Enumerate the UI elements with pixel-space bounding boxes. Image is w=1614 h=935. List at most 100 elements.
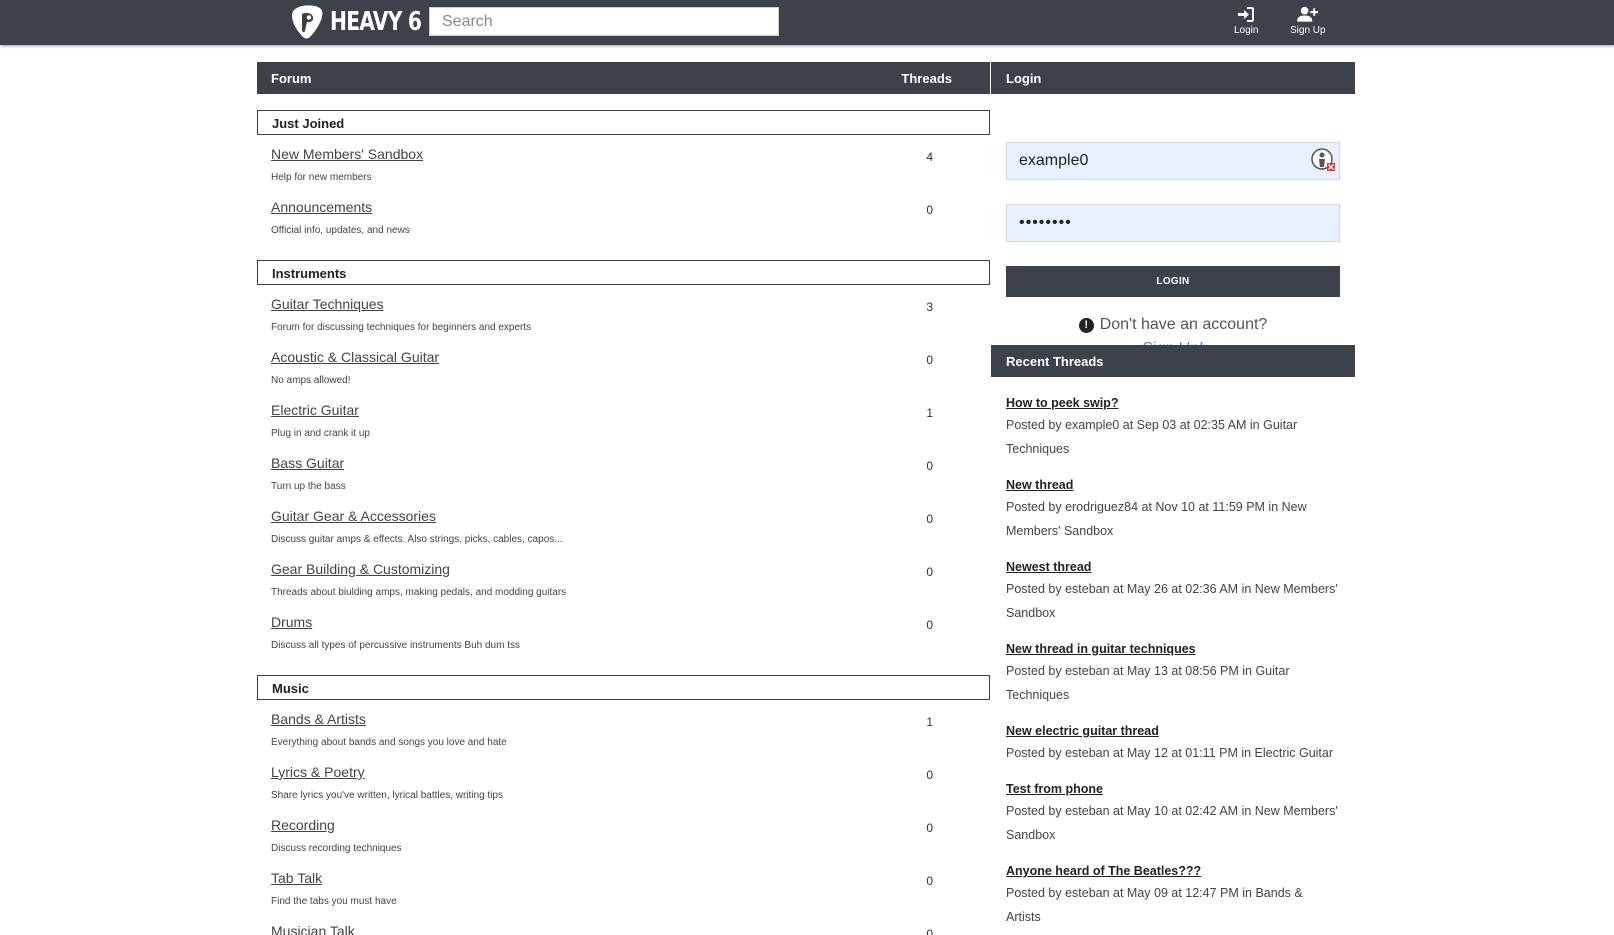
nav-login-button[interactable]: Login — [1234, 6, 1258, 36]
sign-in-icon — [1238, 7, 1255, 22]
forum-row: Lyrics & Poetry Share lyrics you've writt… — [257, 756, 990, 809]
forum-thread-count: 0 — [926, 874, 933, 888]
recent-thread-link[interactable]: New electric guitar thread — [1006, 724, 1159, 738]
password-field[interactable] — [1006, 204, 1340, 242]
username-field[interactable] — [1006, 142, 1340, 180]
forum-row: Bass Guitar Turn up the bass 0 — [257, 447, 990, 500]
recent-thread-meta: Posted by erodriguez84 at Nov 10 at 11:5… — [1006, 500, 1307, 538]
forum-thread-count: 0 — [926, 203, 933, 217]
forum-link[interactable]: Announcements — [271, 199, 372, 215]
forum-description: No amps allowed! — [271, 375, 351, 386]
forum-thread-count: 0 — [926, 618, 933, 632]
forum-link[interactable]: Lyrics & Poetry — [271, 764, 365, 780]
category-forum-list: Guitar Techniques Forum for discussing te… — [257, 285, 990, 659]
forum-description: Help for new members — [271, 172, 372, 183]
recent-thread-link[interactable]: New thread — [1006, 478, 1073, 492]
forum-row: Electric Guitar Plug in and crank it up 1 — [257, 394, 990, 447]
forum-link[interactable]: Gear Building & Customizing — [271, 561, 450, 577]
nav-login-label: Login — [1234, 25, 1259, 36]
forum-row: New Members' Sandbox Help for new members… — [257, 138, 990, 191]
recent-threads-header: Recent Threads — [991, 345, 1355, 377]
forum-link[interactable]: Guitar Gear & Accessories — [271, 508, 436, 524]
user-plus-icon — [1297, 6, 1319, 22]
search-input[interactable] — [429, 7, 779, 36]
forum-thread-count: 0 — [926, 512, 933, 526]
recent-thread-meta: Posted by esteban at May 10 at 02:42 AM … — [1006, 804, 1338, 842]
recent-thread-item: Newest thread Posted by esteban at May 26… — [1006, 558, 1340, 625]
forum-description: Plug in and crank it up — [271, 428, 370, 439]
forum-row: Musician Talk 0 — [257, 915, 990, 935]
forum-row: Gear Building & Customizing Threads about… — [257, 553, 990, 606]
forum-thread-count: 0 — [926, 821, 933, 835]
forum-row: Drums Discuss all types of percussive ins… — [257, 606, 990, 659]
forum-link[interactable]: Drums — [271, 614, 312, 630]
login-panel: LOGIN !Don't have an account? Sign Up! — [991, 94, 1355, 357]
brand-name: HEAVY 6 — [330, 7, 422, 37]
forum-description: Discuss guitar amps & effects. Also stri… — [271, 534, 563, 545]
login-submit-button[interactable]: LOGIN — [1006, 266, 1340, 297]
top-navbar: HEAVY 6 Login Sign Up — [0, 0, 1614, 45]
recent-thread-link[interactable]: Anyone heard of The Beatles??? — [1006, 864, 1201, 878]
forum-table-header: Forum Threads — [257, 62, 990, 94]
forum-link[interactable]: Acoustic & Classical Guitar — [271, 349, 439, 365]
recent-thread-meta: Posted by esteban at May 13 at 08:56 PM … — [1006, 664, 1290, 702]
category-header: Music — [257, 675, 990, 700]
forum-description: Forum for discussing techniques for begi… — [271, 322, 532, 333]
forum-row: Announcements Official info, updates, and… — [257, 191, 990, 244]
forum-row: Tab Talk Find the tabs you must have 0 — [257, 862, 990, 915]
category-header: Just Joined — [257, 110, 990, 135]
recent-threads-list: How to peek swip? Posted by example0 at S… — [991, 394, 1355, 935]
forum-thread-count: 3 — [926, 300, 933, 314]
forum-link[interactable]: Guitar Techniques — [271, 296, 384, 312]
no-account-message: ! Don't have an account? — [991, 316, 1355, 334]
forum-link[interactable]: Tab Talk — [271, 870, 322, 886]
threads-column-header: Threads — [901, 71, 952, 86]
exclamation-circle-icon: ! — [1078, 318, 1094, 333]
forum-link[interactable]: Musician Talk — [271, 923, 355, 935]
recent-thread-meta: Posted by esteban at May 09 at 12:47 PM … — [1006, 886, 1303, 924]
forum-description: Share lyrics you've written, lyrical bat… — [271, 790, 503, 801]
forum-link[interactable]: New Members' Sandbox — [271, 146, 423, 162]
brand-logo-link[interactable]: HEAVY 6 — [290, 3, 447, 41]
forum-row: Bands & Artists Everything about bands an… — [257, 703, 990, 756]
forum-description: Everything about bands and songs you lov… — [271, 737, 507, 748]
forum-description: Official info, updates, and news — [271, 225, 410, 236]
forum-description: Discuss recording techniques — [271, 843, 402, 854]
forum-link[interactable]: Bass Guitar — [271, 455, 344, 471]
forum-column-header: Forum — [271, 71, 312, 86]
forum-thread-count: 1 — [926, 715, 933, 729]
forum-thread-count: 0 — [926, 768, 933, 782]
recent-thread-link[interactable]: Test from phone — [1006, 782, 1103, 796]
forum-description: Turn up the bass — [271, 481, 346, 492]
forum-thread-count: 0 — [926, 927, 933, 935]
recent-thread-meta: Posted by example0 at Sep 03 at 02:35 AM… — [1006, 418, 1298, 456]
forum-thread-count: 0 — [926, 565, 933, 579]
password-manager-icon[interactable] — [1311, 148, 1335, 172]
forum-link[interactable]: Bands & Artists — [271, 711, 366, 727]
no-account-text: Don't have an account? — [1099, 316, 1268, 333]
recent-thread-link[interactable]: How to peek swip? — [1006, 396, 1119, 410]
forum-description: Threads about biulding amps, making peda… — [271, 587, 567, 598]
forum-row: Recording Discuss recording techniques 0 — [257, 809, 990, 862]
forum-link[interactable]: Electric Guitar — [271, 402, 359, 418]
category-forum-list: Bands & Artists Everything about bands an… — [257, 700, 990, 935]
recent-thread-item: Test from phone Posted by esteban at May … — [1006, 780, 1340, 847]
recent-threads-panel: Recent Threads How to peek swip? Posted b… — [991, 345, 1355, 935]
recent-thread-link[interactable]: New thread in guitar techniques — [1006, 642, 1196, 656]
recent-thread-link[interactable]: Newest thread — [1006, 560, 1091, 574]
forum-description: Discuss all types of percussive instrume… — [271, 640, 520, 651]
recent-thread-item: New electric guitar thread Posted by este… — [1006, 722, 1340, 765]
recent-thread-item: Anyone heard of The Beatles??? Posted by … — [1006, 862, 1340, 929]
category-header: Instruments — [257, 260, 990, 285]
forum-thread-count: 0 — [926, 459, 933, 473]
forum-link[interactable]: Recording — [271, 817, 335, 833]
forum-table: Forum Threads Just Joined New Members' Sa… — [257, 62, 990, 935]
recent-thread-item: How to peek swip? Posted by example0 at S… — [1006, 394, 1340, 461]
nav-signup-label: Sign Up — [1290, 25, 1326, 36]
forum-thread-count: 4 — [926, 150, 933, 164]
forum-description: Find the tabs you must have — [271, 896, 397, 907]
recent-thread-item: New thread in guitar techniques Posted by… — [1006, 640, 1340, 707]
forum-row: Guitar Gear & Accessories Discuss guitar … — [257, 500, 990, 553]
nav-signup-button[interactable]: Sign Up — [1290, 6, 1326, 36]
guitar-pick-logo-icon — [292, 5, 323, 39]
